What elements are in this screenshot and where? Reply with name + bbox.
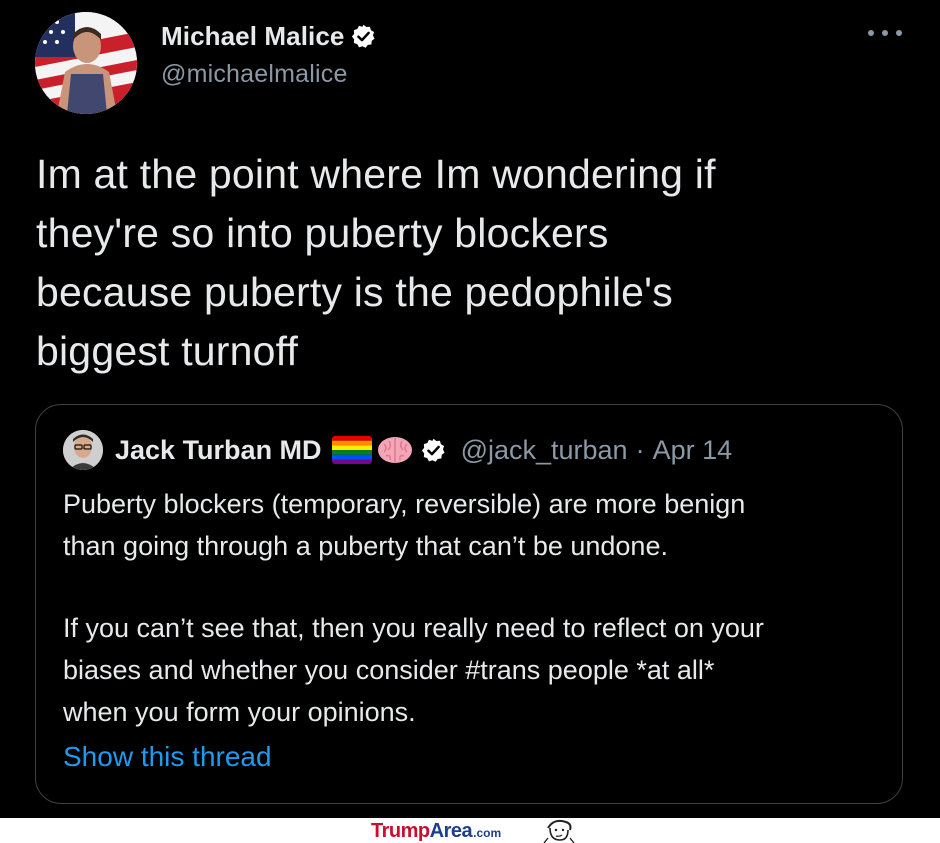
watermark-face-icon xyxy=(540,818,576,843)
tweet-text-line: because puberty is the pedophile's xyxy=(36,269,673,315)
quoted-tweet-header: Jack Turban MD @jack_turban · Apr 14 xyxy=(63,430,732,470)
tweet-text-line: Im at the point where Im wondering if xyxy=(36,151,716,197)
quoted-text-line: If you can’t see that, then you really n… xyxy=(63,613,764,643)
watermark-bar: Trump Area .com xyxy=(0,818,940,843)
quoted-text-line: biases and whether you consider #trans p… xyxy=(63,655,715,685)
rainbow-flag-icon xyxy=(331,436,372,464)
quoted-text-line: when you form your opinions. xyxy=(63,697,416,727)
show-thread-link[interactable]: Show this thread xyxy=(63,741,272,773)
brain-icon xyxy=(376,434,414,466)
watermark-logo: Trump Area .com xyxy=(371,820,501,843)
author-handle[interactable]: @michaelmalice xyxy=(161,60,377,89)
quoted-text-line: than going through a puberty that can’t … xyxy=(63,531,668,561)
tweet-text-line: they're so into puberty blockers xyxy=(36,210,609,256)
quoted-text-line: Puberty blockers (temporary, reversible)… xyxy=(63,489,746,519)
author-name[interactable]: Michael Malice xyxy=(161,21,344,52)
author-info: Michael Malice @michaelmalice xyxy=(161,18,377,89)
separator-dot: · xyxy=(635,434,645,465)
watermark-com: .com xyxy=(473,826,502,840)
verified-badge-icon xyxy=(350,23,377,50)
watermark-area: Area xyxy=(429,820,473,842)
avatar-image xyxy=(35,12,137,114)
more-options-icon[interactable] xyxy=(868,22,902,44)
quoted-author-name[interactable]: Jack Turban MD xyxy=(115,435,322,466)
verified-badge-icon xyxy=(420,437,447,464)
tweet-card: Michael Malice @michaelmalice Im at the … xyxy=(0,0,940,818)
watermark-trump: Trump xyxy=(371,820,430,842)
quoted-tweet[interactable]: Jack Turban MD @jack_turban · Apr 14 Pub… xyxy=(35,404,903,804)
tweet-text-line: biggest turnoff xyxy=(36,328,299,374)
author-avatar[interactable] xyxy=(35,12,137,114)
quoted-author-handle[interactable]: @jack_turban xyxy=(461,435,628,466)
tweet-text: Im at the point where Im wondering if th… xyxy=(36,145,896,381)
quoted-tweet-date[interactable]: Apr 14 xyxy=(653,435,733,466)
quoted-tweet-text: Puberty blockers (temporary, reversible)… xyxy=(63,483,883,733)
quoted-author-avatar xyxy=(63,430,103,470)
